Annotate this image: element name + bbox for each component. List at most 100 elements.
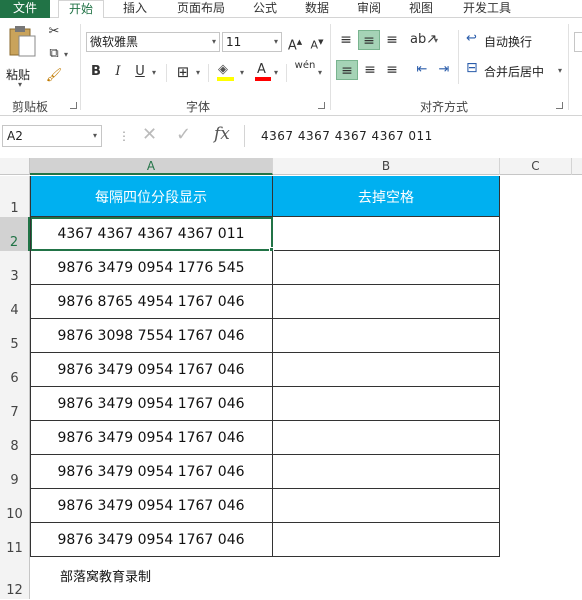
borders-dropdown-icon[interactable]: ▾ xyxy=(196,68,200,77)
merge-center-button[interactable]: ⊟ 合并后居中 ▾ xyxy=(464,60,568,80)
row-header[interactable]: 7 xyxy=(0,387,30,421)
drag-handle-icon[interactable]: ⋮ xyxy=(118,129,130,143)
cell-b[interactable] xyxy=(273,319,500,353)
tab-insert[interactable]: 插入 xyxy=(114,0,156,18)
wrap-text-button[interactable]: ↩ 自动换行 xyxy=(464,30,544,50)
column-header-b[interactable]: B xyxy=(273,158,500,175)
cut-icon[interactable]: ✂ xyxy=(44,22,64,42)
tab-formulas[interactable]: 公式 xyxy=(244,0,286,18)
row-header[interactable]: 11 xyxy=(0,523,30,557)
align-bottom-icon[interactable]: ≡ xyxy=(382,30,402,50)
increase-indent-icon[interactable]: ⇥ xyxy=(434,60,454,80)
format-painter-icon[interactable]: 🖌 xyxy=(44,66,64,86)
paste-button[interactable]: 粘贴 xyxy=(4,22,40,82)
tab-review[interactable]: 审阅 xyxy=(348,0,390,18)
column-header-c[interactable]: C xyxy=(500,158,572,175)
tab-home[interactable]: 开始 xyxy=(58,0,104,19)
row-header[interactable]: 1 xyxy=(0,176,30,217)
align-right-icon[interactable]: ≡ xyxy=(382,60,402,80)
italic-button[interactable]: I xyxy=(110,62,126,82)
cell-a[interactable]: 9876 3479 0954 1767 046 xyxy=(30,421,273,455)
decrease-indent-icon[interactable]: ⇤ xyxy=(412,60,432,80)
row-number: 12 xyxy=(6,583,23,598)
clipboard-launcher-icon[interactable] xyxy=(70,102,77,109)
row-number: 3 xyxy=(10,269,19,284)
cell-b[interactable] xyxy=(273,421,500,455)
cell-a[interactable]: 9876 3479 0954 1767 046 xyxy=(30,387,273,421)
cell-a[interactable]: 4367 4367 4367 4367 011 xyxy=(30,217,273,251)
cell-a[interactable]: 9876 3479 0954 1767 046 xyxy=(30,523,273,557)
cell-b[interactable] xyxy=(273,353,500,387)
insert-function-icon[interactable]: fx xyxy=(214,124,230,144)
phonetic-icon[interactable]: wén xyxy=(294,60,316,80)
cell-b[interactable] xyxy=(273,523,500,557)
group-divider xyxy=(80,24,81,110)
formula-bar: A2 ▾ ⋮ ✕ ✓ fx 4367 4367 4367 4367 011 xyxy=(0,123,582,151)
row-header[interactable]: 12 xyxy=(0,557,30,599)
tab-data[interactable]: 数据 xyxy=(296,0,338,18)
name-box[interactable]: A2 ▾ xyxy=(2,125,102,147)
tab-view[interactable]: 视图 xyxy=(400,0,442,18)
formula-input[interactable]: 4367 4367 4367 4367 011 xyxy=(244,125,580,147)
number-format-select[interactable] xyxy=(574,32,582,52)
row-header[interactable]: 6 xyxy=(0,353,30,387)
borders-icon[interactable]: ⊞ xyxy=(174,62,192,82)
row-header[interactable]: 9 xyxy=(0,455,30,489)
cell-a[interactable]: 9876 3098 7554 1767 046 xyxy=(30,319,273,353)
column-header-a[interactable]: A xyxy=(30,158,273,175)
cell-a[interactable]: 9876 3479 0954 1776 545 xyxy=(30,251,273,285)
bold-button[interactable]: B xyxy=(88,62,104,82)
row-number: 11 xyxy=(6,541,23,556)
column-header-row: A B C xyxy=(0,158,582,175)
row-header[interactable]: 3 xyxy=(0,251,30,285)
cell-b[interactable] xyxy=(273,217,500,251)
cell-a[interactable]: 9876 3479 0954 1767 046 xyxy=(30,455,273,489)
alignment-launcher-icon[interactable] xyxy=(556,102,563,109)
tab-page-layout[interactable]: 页面布局 xyxy=(168,0,234,18)
fill-color-dropdown-icon[interactable]: ▾ xyxy=(240,68,244,77)
header-cell-a[interactable]: 每隔四位分段显示 xyxy=(30,176,273,217)
orientation-icon[interactable]: ab↗ xyxy=(410,30,437,50)
increase-font-size-icon[interactable]: A▲ xyxy=(286,32,304,53)
align-top-icon[interactable]: ≡ xyxy=(336,30,356,50)
select-all-corner[interactable] xyxy=(0,158,30,175)
cell-b[interactable] xyxy=(273,251,500,285)
row-header[interactable]: 10 xyxy=(0,489,30,523)
cancel-icon[interactable]: ✕ xyxy=(142,124,157,145)
cell-b[interactable] xyxy=(273,387,500,421)
row-header[interactable]: 8 xyxy=(0,421,30,455)
merge-center-label: 合并后居中 xyxy=(484,65,545,79)
font-color-icon[interactable]: A xyxy=(254,62,272,82)
font-name-select[interactable]: 微软雅黑 ▾ xyxy=(86,32,220,52)
tab-file[interactable]: 文件 xyxy=(0,0,50,18)
group-divider xyxy=(568,24,569,110)
copy-icon[interactable]: ⧉ xyxy=(44,44,64,64)
align-center-icon[interactable]: ≡ xyxy=(360,60,380,80)
underline-dropdown-icon[interactable]: ▾ xyxy=(152,68,156,77)
cell-a[interactable]: 9876 8765 4954 1767 046 xyxy=(30,285,273,319)
font-color-dropdown-icon[interactable]: ▾ xyxy=(274,68,278,77)
phonetic-dropdown-icon[interactable]: ▾ xyxy=(318,68,322,77)
row-header[interactable]: 4 xyxy=(0,285,30,319)
enter-icon[interactable]: ✓ xyxy=(176,124,191,145)
header-cell-b[interactable]: 去掉空格 xyxy=(273,176,500,217)
chevron-down-icon: ▾ xyxy=(273,37,278,46)
font-size-select[interactable]: 11 ▾ xyxy=(222,32,282,52)
cell-b[interactable] xyxy=(273,489,500,523)
tab-developer[interactable]: 开发工具 xyxy=(452,0,522,18)
row-header[interactable]: 2 xyxy=(0,217,30,251)
cell-b[interactable] xyxy=(273,455,500,489)
fill-color-icon[interactable]: ◈ xyxy=(216,62,236,82)
align-left-icon[interactable]: ≡ xyxy=(336,60,358,80)
decrease-font-size-icon[interactable]: A▼ xyxy=(308,32,326,52)
paste-dropdown-icon[interactable]: ▾ xyxy=(18,80,22,89)
row-header[interactable]: 5 xyxy=(0,319,30,353)
copy-dropdown-icon[interactable]: ▾ xyxy=(64,50,68,59)
orientation-dropdown-icon[interactable]: ▾ xyxy=(434,36,438,45)
cell-b[interactable] xyxy=(273,285,500,319)
align-middle-icon[interactable]: ≡ xyxy=(358,30,380,50)
cell-a[interactable]: 9876 3479 0954 1767 046 xyxy=(30,353,273,387)
underline-button[interactable]: U xyxy=(132,62,148,82)
cell-a[interactable]: 9876 3479 0954 1767 046 xyxy=(30,489,273,523)
font-launcher-icon[interactable] xyxy=(318,102,325,109)
